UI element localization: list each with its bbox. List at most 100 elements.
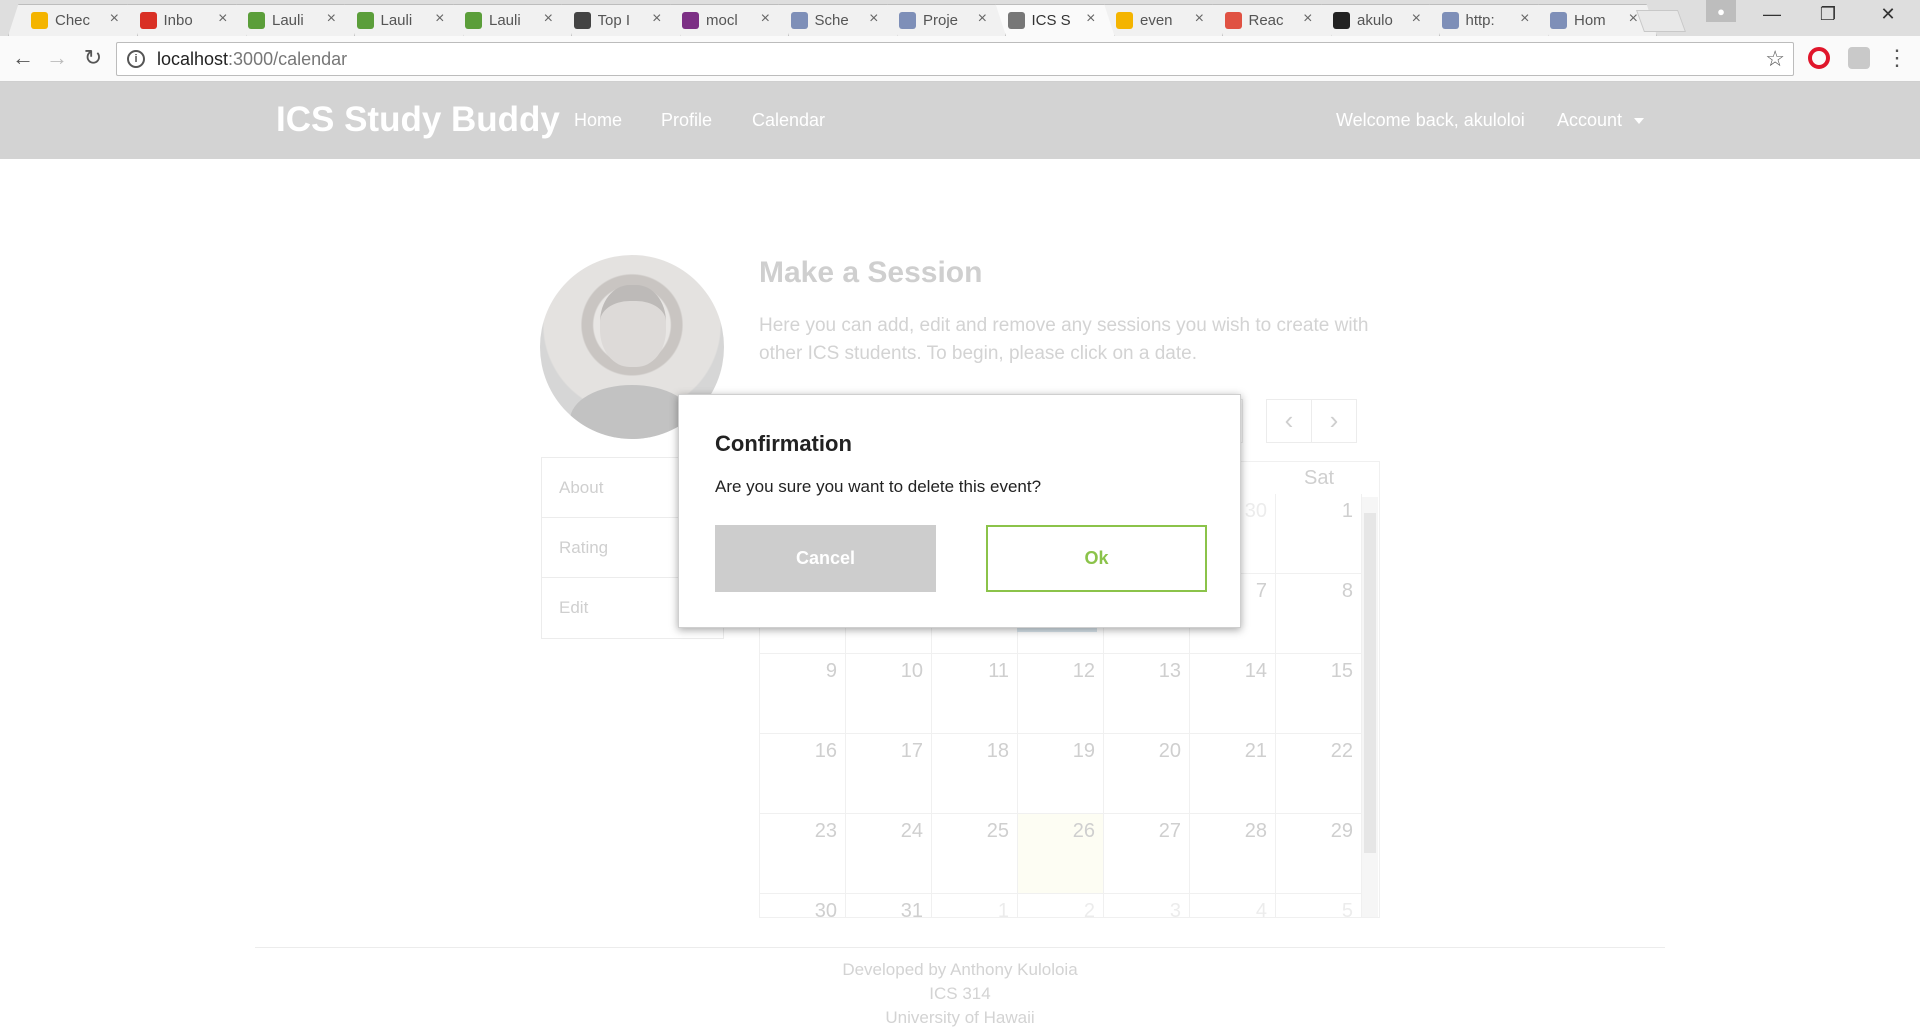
- slack-icon: [682, 12, 699, 29]
- calendar-day-cell[interactable]: 10: [846, 654, 932, 734]
- tab-title: Top I: [597, 12, 631, 29]
- close-tab-icon[interactable]: ×: [435, 10, 444, 28]
- forward-icon[interactable]: →: [42, 45, 72, 71]
- footer-developer: Developed by Anthony Kuloloia: [842, 960, 1078, 979]
- page-icon: [790, 12, 808, 29]
- calendar-day-cell[interactable]: 31: [846, 894, 932, 917]
- bookmark-star-icon[interactable]: ☆: [1765, 46, 1785, 72]
- browser-toolbar: ← → ↻ i localhost:3000/calendar ☆ ⋮: [0, 36, 1920, 82]
- caret-down-icon: [1634, 118, 1645, 125]
- calendar-day-cell[interactable]: 25: [932, 814, 1018, 894]
- url-path: :3000/calendar: [228, 48, 348, 69]
- cancel-button[interactable]: Cancel: [715, 525, 936, 592]
- calendar-day-cell[interactable]: 9: [760, 654, 846, 734]
- calendar-day-cell[interactable]: 29: [1276, 814, 1362, 894]
- nav-profile[interactable]: Profile: [661, 110, 712, 131]
- calendar-day-cell[interactable]: 3: [1104, 894, 1190, 917]
- calendar-day-cell[interactable]: 8: [1276, 574, 1362, 654]
- app-navbar: ICS Study Buddy Home Profile Calendar We…: [0, 82, 1920, 159]
- new-tab-button[interactable]: [1635, 10, 1687, 32]
- close-tab-icon[interactable]: ×: [652, 10, 661, 28]
- nav-home[interactable]: Home: [574, 110, 622, 131]
- tab-title: Inbo: [163, 12, 193, 29]
- calendar-day-cell[interactable]: 28: [1190, 814, 1276, 894]
- close-tab-icon[interactable]: ×: [1086, 10, 1095, 28]
- profile-icon[interactable]: ●: [1706, 0, 1736, 22]
- tab-title: mocl: [706, 12, 738, 29]
- calendar-day-cell[interactable]: 13: [1104, 654, 1190, 734]
- page-icon: [899, 12, 916, 29]
- close-tab-icon[interactable]: ×: [869, 10, 878, 28]
- extension-icon[interactable]: [1848, 47, 1870, 69]
- leaf-icon: [465, 12, 482, 29]
- calendar-day-cell[interactable]: 18: [932, 734, 1018, 814]
- scrollbar-thumb[interactable]: [1364, 513, 1376, 853]
- url-host: localhost: [157, 48, 229, 69]
- restore-icon[interactable]: ❐: [1808, 4, 1848, 25]
- close-tab-icon[interactable]: ×: [1195, 10, 1204, 28]
- ok-button[interactable]: Ok: [986, 525, 1207, 592]
- close-tab-icon[interactable]: ×: [1412, 10, 1421, 28]
- info-icon[interactable]: i: [127, 50, 145, 68]
- close-tab-icon[interactable]: ×: [978, 10, 987, 28]
- prev-month-button[interactable]: ‹: [1266, 399, 1312, 443]
- page-icon: [1550, 12, 1567, 29]
- menu-kebab-icon[interactable]: ⋮: [1882, 45, 1912, 71]
- back-icon[interactable]: ←: [8, 45, 38, 71]
- calendar-day-cell[interactable]: 16: [760, 734, 846, 814]
- tab-title: Proje: [923, 12, 959, 29]
- tab-title: Lauli: [380, 12, 413, 29]
- nav-calendar[interactable]: Calendar: [752, 110, 825, 131]
- close-tab-icon[interactable]: ×: [1303, 10, 1312, 28]
- opera-extension-icon[interactable]: [1808, 47, 1830, 69]
- close-tab-icon[interactable]: ×: [761, 10, 770, 28]
- address-bar[interactable]: i localhost:3000/calendar ☆: [116, 42, 1794, 76]
- tab-title: ICS S: [1031, 12, 1071, 29]
- account-dropdown[interactable]: Account: [1557, 110, 1645, 131]
- page-title: Make a Session: [759, 256, 983, 289]
- tab-title: Reac: [1248, 12, 1284, 29]
- calendar-day-cell[interactable]: 12: [1018, 654, 1104, 734]
- footer-course: ICS 314: [929, 984, 991, 1003]
- tab-title: Chec: [55, 12, 91, 29]
- calendar-day-cell[interactable]: 23: [760, 814, 846, 894]
- calendar-scrollbar[interactable]: [1362, 497, 1378, 917]
- welcome-text: Welcome back, akuloloi: [1336, 110, 1525, 130]
- minimize-icon[interactable]: —: [1752, 4, 1792, 25]
- calendar-day-cell[interactable]: 15: [1276, 654, 1362, 734]
- tab-title: http:: [1465, 12, 1495, 29]
- close-tab-icon[interactable]: ×: [327, 10, 336, 28]
- calendar-day-cell[interactable]: 26: [1018, 814, 1104, 894]
- gmail-icon: [139, 12, 157, 29]
- browser-tab[interactable]: Chec ×: [8, 4, 138, 36]
- page-description: Here you can add, edit and remove any se…: [759, 315, 1369, 364]
- next-month-button[interactable]: ›: [1311, 399, 1357, 443]
- tab-title: Hom: [1574, 12, 1606, 29]
- calendar-day-cell[interactable]: 11: [932, 654, 1018, 734]
- close-tab-icon[interactable]: ×: [110, 10, 119, 28]
- calendar-day-cell[interactable]: 19: [1018, 734, 1104, 814]
- leaf-icon: [356, 12, 374, 29]
- calendar-day-cell[interactable]: 27: [1104, 814, 1190, 894]
- calendar-day-cell[interactable]: 22: [1276, 734, 1362, 814]
- close-tab-icon[interactable]: ×: [1520, 10, 1529, 28]
- calendar-day-cell[interactable]: 1: [1276, 494, 1362, 574]
- brand-logo[interactable]: ICS Study Buddy: [276, 100, 560, 140]
- calendar-day-cell[interactable]: 17: [846, 734, 932, 814]
- calendar-day-cell[interactable]: 14: [1190, 654, 1276, 734]
- footer: Developed by Anthony Kuloloia ICS 314 Un…: [255, 947, 1665, 1030]
- calendar-day-cell[interactable]: 5: [1276, 894, 1362, 917]
- calendar-day-cell[interactable]: 1: [932, 894, 1018, 917]
- calendar-day-cell[interactable]: 30: [760, 894, 846, 917]
- close-window-icon[interactable]: ✕: [1868, 4, 1908, 25]
- calendar-day-cell[interactable]: 4: [1190, 894, 1276, 917]
- day-header-sat: Sat: [1303, 467, 1335, 489]
- calendar-day-cell[interactable]: 24: [846, 814, 932, 894]
- close-tab-icon[interactable]: ×: [544, 10, 553, 28]
- calendar-day-cell[interactable]: 2: [1018, 894, 1104, 917]
- reload-icon[interactable]: ↻: [78, 45, 108, 71]
- close-tab-icon[interactable]: ×: [218, 10, 227, 28]
- calendar-day-cell[interactable]: 20: [1104, 734, 1190, 814]
- calendar-day-cell[interactable]: 21: [1190, 734, 1276, 814]
- footer-university: University of Hawaii: [885, 1008, 1035, 1027]
